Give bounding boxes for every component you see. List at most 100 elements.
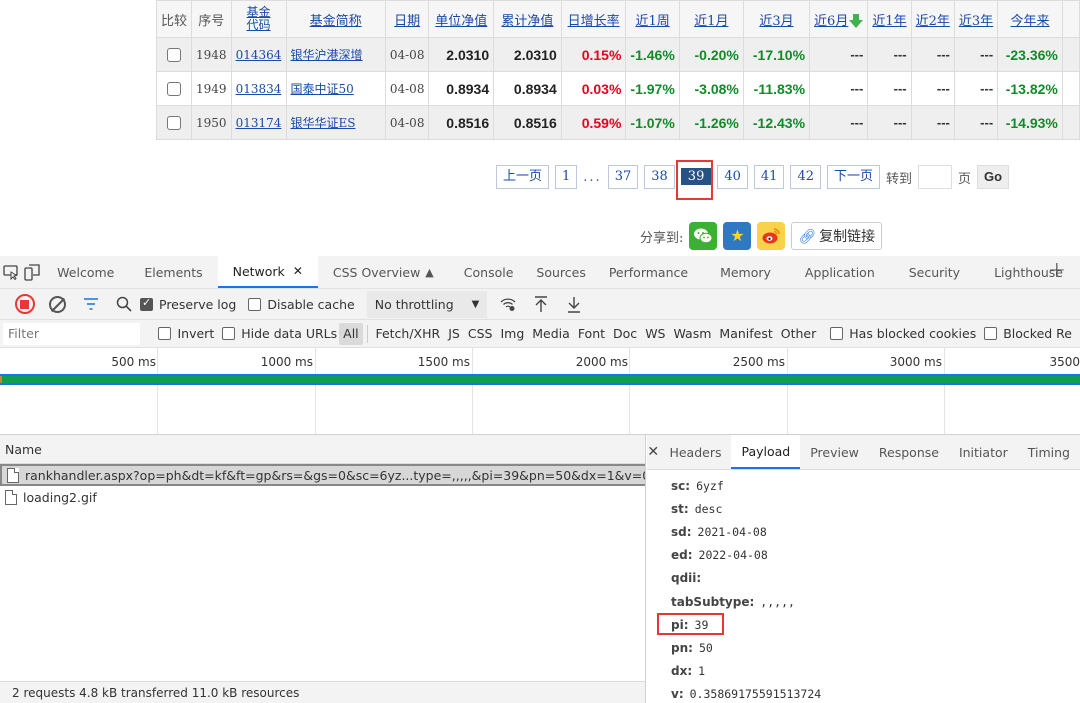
col-1m[interactable]: 近1月 — [678, 0, 744, 38]
filter-type-ws[interactable]: WS — [641, 323, 669, 345]
tab-sources[interactable]: Sources — [528, 256, 593, 288]
close-tab-icon[interactable]: ✕ — [293, 264, 303, 278]
disable-cache-checkbox[interactable]: Disable cache — [248, 297, 355, 312]
col-date-link[interactable]: 日期 — [394, 14, 420, 29]
filter-icon[interactable] — [74, 289, 107, 320]
page-41-button[interactable]: 41 — [753, 165, 785, 189]
col-3m-link[interactable]: 近3月 — [759, 14, 793, 29]
filter-type-fetch-xhr[interactable]: Fetch/XHR — [371, 323, 444, 345]
col-ytd[interactable]: 今年来 — [997, 0, 1063, 38]
col-2y-link[interactable]: 近2年 — [916, 14, 950, 29]
checkbox-box[interactable] — [167, 48, 181, 63]
tab-console[interactable]: Console — [449, 256, 529, 288]
col-3y-link[interactable]: 近3年 — [959, 14, 993, 29]
col-code[interactable]: 基金 代码 — [230, 0, 287, 38]
network-overview-timeline[interactable]: 500 ms 1000 ms 1500 ms 2000 ms 2500 ms 3… — [0, 348, 1080, 435]
tab-welcome[interactable]: Welcome — [42, 256, 129, 288]
close-detail-icon[interactable]: ✕ — [647, 435, 659, 469]
page-38-button[interactable]: 38 — [644, 165, 675, 189]
inspect-element-icon[interactable] — [0, 256, 21, 288]
page-37-button[interactable]: 37 — [607, 165, 639, 189]
search-icon[interactable] — [107, 289, 140, 320]
fund-code-link[interactable]: 013174 — [230, 105, 287, 140]
col-1y[interactable]: 近1年 — [867, 0, 912, 38]
col-unit-nav-link[interactable]: 单位净值 — [435, 14, 487, 29]
hide-data-urls-checkbox[interactable]: Hide data URLs — [222, 326, 337, 341]
record-stop-icon[interactable] — [8, 289, 41, 320]
fund-code-link-text[interactable]: 013174 — [236, 116, 282, 130]
col-name-link[interactable]: 基金简称 — [310, 14, 362, 29]
filter-type-js[interactable]: JS — [444, 323, 464, 345]
blocked-requests-checkbox[interactable]: Blocked Re — [984, 326, 1072, 341]
invert-checkbox[interactable]: Invert — [158, 326, 214, 341]
compare-checkbox[interactable] — [155, 71, 193, 106]
fund-code-link-text[interactable]: 013834 — [236, 82, 282, 96]
col-name[interactable]: 基金简称 — [285, 0, 386, 38]
filter-type-wasm[interactable]: Wasm — [669, 323, 715, 345]
filter-type-manifest[interactable]: Manifest — [715, 323, 776, 345]
detail-tab-initiator[interactable]: Initiator — [949, 435, 1018, 469]
fund-name-link-text[interactable]: 银华华证ES — [291, 116, 356, 130]
throttling-select[interactable]: No throttling ▼ — [366, 290, 488, 318]
filter-type-img[interactable]: Img — [496, 323, 528, 345]
detail-tab-headers[interactable]: Headers — [659, 435, 731, 469]
tab-network[interactable]: Network ✕ — [217, 256, 318, 288]
col-6m-link[interactable]: 近6月 — [814, 14, 848, 29]
fund-name-link[interactable]: 银华华证ES — [285, 105, 386, 140]
jump-page-input[interactable] — [918, 165, 953, 189]
clear-icon[interactable] — [41, 289, 74, 320]
fund-name-link[interactable]: 国泰中证50 — [285, 71, 386, 106]
has-blocked-cookies-checkbox[interactable]: Has blocked cookies — [830, 326, 976, 341]
page-1-button[interactable]: 1 — [555, 165, 578, 189]
col-acc-nav-link[interactable]: 累计净值 — [501, 14, 553, 29]
filter-type-all[interactable]: All — [339, 322, 363, 345]
request-row-selected[interactable]: rankhandler.aspx?op=ph&dt=kf&ft=gp&rs=&g… — [0, 464, 645, 486]
col-ytd-link[interactable]: 今年来 — [1011, 14, 1050, 29]
checkbox-box[interactable] — [167, 82, 181, 97]
weibo-icon[interactable] — [757, 222, 786, 250]
page-42-button[interactable]: 42 — [790, 165, 821, 189]
col-3m[interactable]: 近3月 — [742, 0, 811, 38]
col-6m[interactable]: 近6月 — [809, 0, 869, 38]
page-40-button[interactable]: 40 — [717, 165, 748, 189]
prev-page-button[interactable]: 上一页 — [496, 165, 550, 189]
detail-tab-timing[interactable]: Timing — [1018, 435, 1080, 469]
preserve-log-checkbox[interactable]: Preserve log — [140, 296, 236, 312]
detail-tab-response[interactable]: Response — [869, 435, 949, 469]
checkbox-box[interactable] — [167, 116, 181, 131]
fund-name-link-text[interactable]: 银华沪港深增 — [291, 48, 363, 62]
col-2y[interactable]: 近2年 — [910, 0, 955, 38]
tab-elements[interactable]: Elements — [129, 256, 217, 288]
go-button[interactable]: Go — [977, 165, 1010, 189]
col-acc-nav[interactable]: 累计净值 — [493, 0, 562, 38]
filter-input[interactable]: Filter — [3, 322, 141, 345]
fund-code-link-text[interactable]: 014364 — [236, 48, 282, 62]
filter-type-css[interactable]: CSS — [464, 323, 497, 345]
col-1w-link[interactable]: 近1周 — [635, 14, 669, 29]
compare-checkbox[interactable] — [155, 37, 193, 72]
fund-code-link[interactable]: 014364 — [230, 37, 287, 72]
tab-performance[interactable]: Performance — [594, 256, 703, 288]
tab-css-overview[interactable]: CSS Overview ▲ — [318, 256, 449, 288]
col-code-line1[interactable]: 基金 — [247, 5, 271, 19]
copy-link-button[interactable]: 🔗︎ 复制链接 — [791, 222, 883, 250]
fund-code-link[interactable]: 013834 — [230, 71, 287, 106]
col-daily-growth[interactable]: 日增长率 — [560, 0, 627, 38]
col-1y-link[interactable]: 近1年 — [872, 14, 906, 29]
more-tabs-plus-icon[interactable]: + — [1048, 258, 1066, 283]
export-har-download-icon[interactable] — [557, 289, 590, 320]
col-unit-nav[interactable]: 单位净值 — [428, 0, 495, 38]
tab-application[interactable]: Application — [788, 256, 892, 288]
next-page-button[interactable]: 下一页 — [826, 165, 880, 189]
detail-tab-preview[interactable]: Preview — [800, 435, 869, 469]
col-daily-growth-link[interactable]: 日增长率 — [568, 14, 620, 29]
col-1w[interactable]: 近1周 — [625, 0, 680, 38]
col-3y[interactable]: 近3年 — [953, 0, 999, 38]
filter-type-other[interactable]: Other — [777, 323, 821, 345]
import-har-upload-icon[interactable] — [524, 289, 557, 320]
request-row[interactable]: loading2.gif — [0, 486, 645, 508]
col-date[interactable]: 日期 — [384, 0, 430, 38]
filter-type-doc[interactable]: Doc — [609, 323, 641, 345]
filter-type-media[interactable]: Media — [528, 323, 574, 345]
filter-type-font[interactable]: Font — [574, 323, 609, 345]
